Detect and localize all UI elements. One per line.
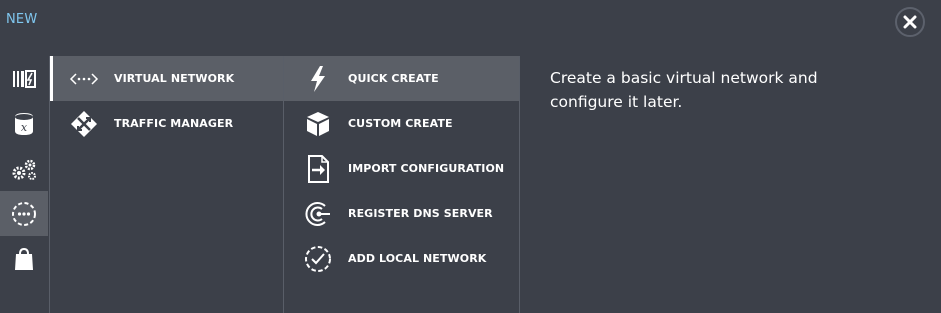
category-rail: x: [0, 56, 48, 281]
storage-bars-icon: [13, 69, 36, 88]
sql-database-icon: x: [15, 112, 33, 135]
rail-item-storage[interactable]: [0, 56, 48, 101]
action-description: Create a basic virtual network and confi…: [550, 69, 818, 111]
category-list: VIRTUAL NETWORK TRAFFIC MANAGER: [49, 56, 284, 313]
import-file-icon: [302, 153, 334, 185]
category-traffic-manager[interactable]: TRAFFIC MANAGER: [50, 101, 283, 146]
box-icon: [302, 108, 334, 140]
category-label: TRAFFIC MANAGER: [114, 117, 234, 130]
virtual-network-icon: [68, 63, 100, 95]
action-label: QUICK CREATE: [348, 72, 439, 85]
close-button[interactable]: [895, 7, 925, 37]
svg-text:x: x: [21, 121, 28, 134]
action-add-local-network[interactable]: ADD LOCAL NETWORK: [284, 236, 519, 281]
rail-item-app-services[interactable]: [0, 146, 48, 191]
rail-item-network-services[interactable]: [0, 191, 48, 236]
category-label: VIRTUAL NETWORK: [114, 72, 235, 85]
store-bag-icon: [15, 247, 33, 270]
close-icon: [903, 15, 917, 29]
action-label: REGISTER DNS SERVER: [348, 207, 493, 220]
dns-server-icon: [302, 198, 334, 230]
rail-item-data-services[interactable]: x: [0, 101, 48, 146]
action-register-dns-server[interactable]: REGISTER DNS SERVER: [284, 191, 519, 236]
action-list: QUICK CREATE CUSTOM CREATE IMPORT CONFIG…: [284, 56, 520, 313]
networks-icon: [12, 201, 36, 226]
panel-title: NEW: [6, 12, 38, 27]
cloud-services-gears-icon: [12, 159, 36, 180]
action-custom-create[interactable]: CUSTOM CREATE: [284, 101, 519, 146]
action-quick-create[interactable]: QUICK CREATE: [284, 56, 519, 101]
action-label: CUSTOM CREATE: [348, 117, 453, 130]
local-network-icon: [302, 243, 334, 275]
traffic-manager-icon: [68, 108, 100, 140]
category-virtual-network[interactable]: VIRTUAL NETWORK: [50, 56, 283, 101]
action-label: IMPORT CONFIGURATION: [348, 162, 505, 175]
lightning-icon: [302, 63, 334, 95]
rail-item-store[interactable]: [0, 236, 48, 281]
action-label: ADD LOCAL NETWORK: [348, 252, 487, 265]
action-import-configuration[interactable]: IMPORT CONFIGURATION: [284, 146, 519, 191]
